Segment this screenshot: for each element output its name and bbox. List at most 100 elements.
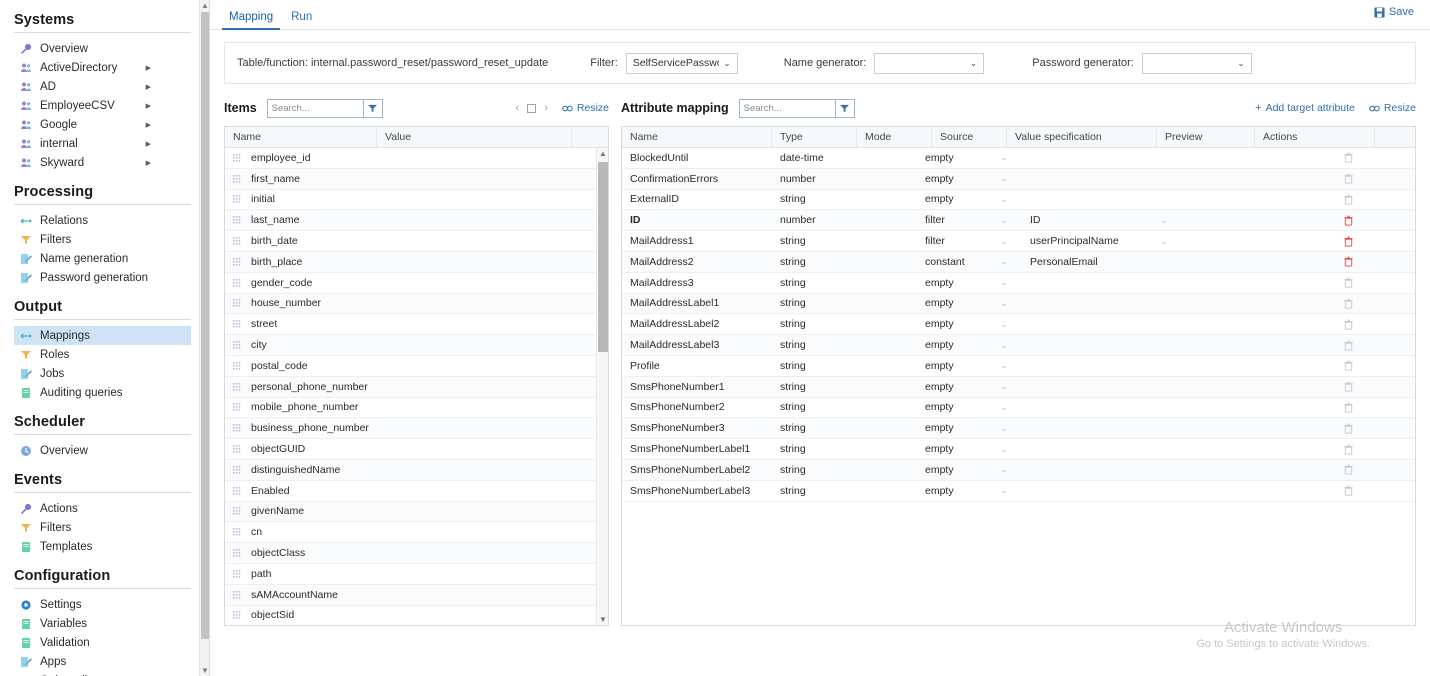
attribute-row[interactable]: SmsPhoneNumberLabel2stringempty⌄ [622,460,1415,481]
delete-icon[interactable] [1343,485,1354,496]
delete-icon[interactable] [1343,444,1354,455]
attribute-row[interactable]: ConfirmationErrorsnumberempty⌄ [622,169,1415,190]
attribute-row[interactable]: MailAddressLabel2stringempty⌄ [622,314,1415,335]
attribute-actions[interactable] [1295,194,1415,205]
delete-icon[interactable] [1343,423,1354,434]
attribute-actions[interactable] [1295,319,1415,330]
source-dropdown[interactable]: ⌄ [992,360,1022,371]
pager-page-box[interactable] [527,104,536,113]
attribute-actions[interactable] [1295,360,1415,371]
attribute-actions[interactable] [1295,340,1415,351]
attrs-resize-button[interactable]: Resize [1369,102,1416,114]
pager-next-icon[interactable]: › [544,102,548,114]
drag-handle-icon[interactable] [233,527,243,537]
drag-handle-icon[interactable] [233,257,243,267]
items-scrollbar[interactable]: ▲ ▼ [596,148,608,626]
sidebar-item-templates[interactable]: Templates [14,537,191,556]
tab-mapping[interactable]: Mapping [220,11,282,29]
sidebar-item-validation[interactable]: Validation [14,633,191,652]
items-row[interactable]: house_number [225,294,608,315]
sidebar-item-overview[interactable]: Overview [14,441,191,460]
sidebar-item-skyward[interactable]: Skyward▶ [14,153,191,172]
delete-icon[interactable] [1343,319,1354,330]
attribute-row[interactable]: MailAddressLabel3stringempty⌄ [622,335,1415,356]
scroll-up-arrow-icon[interactable]: ▲ [200,0,210,11]
attribute-actions[interactable] [1295,277,1415,288]
value-specification-dropdown[interactable]: ⌄ [1152,215,1192,226]
attribute-actions[interactable] [1295,236,1415,247]
source-dropdown[interactable]: ⌄ [992,256,1022,267]
delete-icon[interactable] [1343,256,1354,267]
sidebar-item-variables[interactable]: Variables [14,614,191,633]
delete-icon[interactable] [1343,152,1354,163]
sidebar-scrollbar[interactable]: ▲ ▼ [199,0,209,676]
drag-handle-icon[interactable] [233,298,243,308]
attribute-actions[interactable] [1295,298,1415,309]
sidebar-item-activedirectory[interactable]: ActiveDirectory▶ [14,58,191,77]
sidebar-item-mappings[interactable]: Mappings [14,326,191,345]
tab-run[interactable]: Run [282,11,321,29]
attribute-row[interactable]: BlockedUntildate-timeempty⌄ [622,148,1415,169]
source-dropdown[interactable]: ⌄ [992,236,1022,247]
source-dropdown[interactable]: ⌄ [992,215,1022,226]
chevron-right-icon[interactable]: ▶ [146,83,151,91]
attrs-search-input[interactable] [739,99,835,118]
items-row[interactable]: Enabled [225,481,608,502]
sidebar-item-jobs[interactable]: Jobs [14,364,191,383]
source-dropdown[interactable]: ⌄ [992,402,1022,413]
source-dropdown[interactable]: ⌄ [992,444,1022,455]
attribute-row[interactable]: MailAddress1stringfilter⌄userPrincipalNa… [622,231,1415,252]
chevron-right-icon[interactable]: ▶ [146,64,151,72]
items-scroll-thumb[interactable] [598,162,608,352]
sidebar-item-onboarding[interactable]: Onboarding [14,671,191,676]
items-row[interactable]: initial [225,190,608,211]
items-row[interactable]: last_name [225,210,608,231]
attribute-row[interactable]: MailAddress2stringconstant⌄PersonalEmail [622,252,1415,273]
sidebar-scroll-thumb[interactable] [201,12,209,639]
items-row[interactable]: mobile_phone_number [225,398,608,419]
chevron-right-icon[interactable]: ▶ [146,159,151,167]
drag-handle-icon[interactable] [233,402,243,412]
attribute-row[interactable]: SmsPhoneNumberLabel1stringempty⌄ [622,439,1415,460]
drag-handle-icon[interactable] [233,153,243,163]
sidebar-item-auditing-queries[interactable]: Auditing queries [14,383,191,402]
password-generator-select[interactable]: ⌄ [1142,53,1252,74]
sidebar-item-filters[interactable]: Filters [14,518,191,537]
source-dropdown[interactable]: ⌄ [992,485,1022,496]
attribute-row[interactable]: MailAddress3stringempty⌄ [622,273,1415,294]
drag-handle-icon[interactable] [233,590,243,600]
drag-handle-icon[interactable] [233,215,243,225]
source-dropdown[interactable]: ⌄ [992,173,1022,184]
items-filter-button[interactable] [363,99,383,118]
sidebar-item-google[interactable]: Google▶ [14,115,191,134]
items-row[interactable]: postal_code [225,356,608,377]
items-resize-button[interactable]: Resize [562,102,609,114]
attribute-actions[interactable] [1295,152,1415,163]
source-dropdown[interactable]: ⌄ [992,319,1022,330]
drag-handle-icon[interactable] [233,610,243,620]
drag-handle-icon[interactable] [233,486,243,496]
attribute-actions[interactable] [1295,444,1415,455]
name-generator-select[interactable]: ⌄ [874,53,984,74]
source-dropdown[interactable]: ⌄ [992,298,1022,309]
items-row[interactable]: city [225,335,608,356]
items-scroll-down-icon[interactable]: ▼ [597,614,609,626]
sidebar-item-filters[interactable]: Filters [14,230,191,249]
delete-icon[interactable] [1343,402,1354,413]
items-row[interactable]: birth_place [225,252,608,273]
source-dropdown[interactable]: ⌄ [992,152,1022,163]
attribute-actions[interactable] [1295,464,1415,475]
attribute-row[interactable]: SmsPhoneNumber2stringempty⌄ [622,398,1415,419]
delete-icon[interactable] [1343,236,1354,247]
delete-icon[interactable] [1343,277,1354,288]
scroll-down-arrow-icon[interactable]: ▼ [200,665,210,676]
sidebar-item-overview[interactable]: Overview [14,39,191,58]
items-row[interactable]: path [225,564,608,585]
delete-icon[interactable] [1343,194,1354,205]
sidebar-item-internal[interactable]: internal▶ [14,134,191,153]
delete-icon[interactable] [1343,464,1354,475]
items-row[interactable]: gender_code [225,273,608,294]
add-target-attribute-button[interactable]: + Add target attribute [1255,102,1355,114]
items-row[interactable]: cn [225,522,608,543]
items-row[interactable]: sAMAccountName [225,585,608,606]
